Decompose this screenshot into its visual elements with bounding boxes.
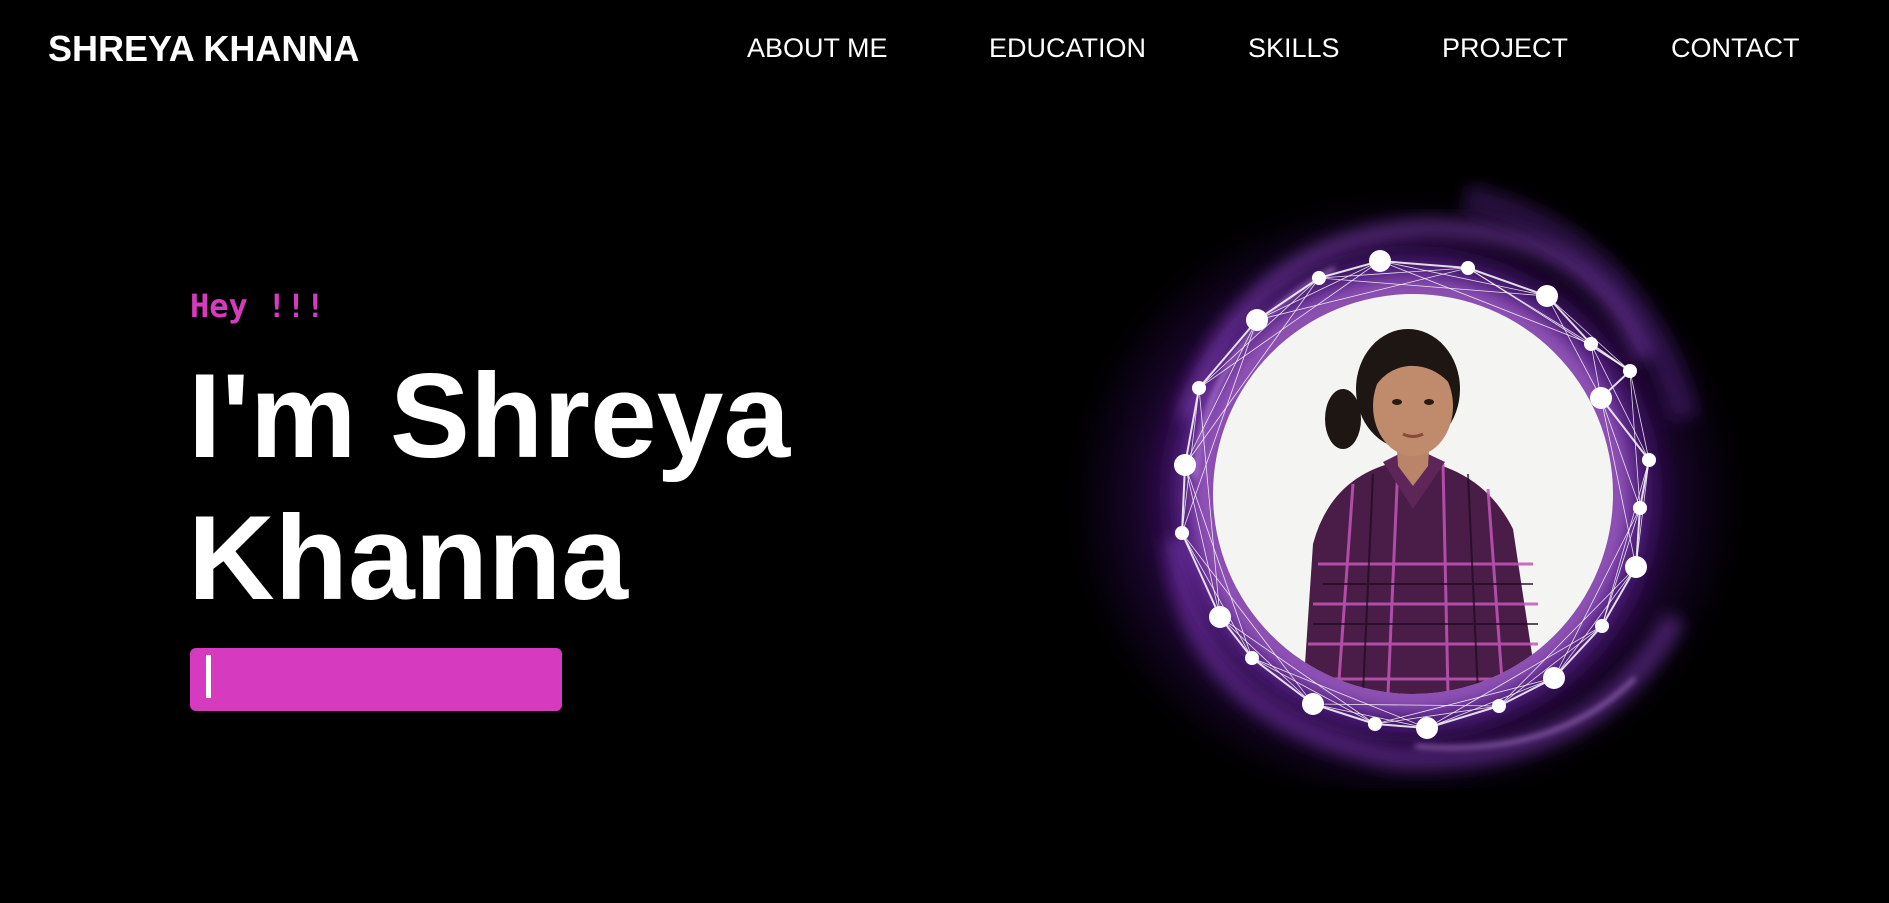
typing-text-box <box>190 648 562 711</box>
network-link <box>1251 657 1428 729</box>
network-link <box>1553 507 1641 679</box>
portfolio-page: SHREYA KHANNA ABOUT ME EDUCATION SKILLS … <box>0 0 1889 903</box>
network-ring-decoration <box>1174 250 1656 739</box>
network-link <box>1181 532 1314 705</box>
nav-link-project[interactable]: PROJECT <box>1442 33 1568 64</box>
network-node <box>1461 261 1475 275</box>
network-node <box>1416 717 1438 739</box>
network-node <box>1633 501 1647 515</box>
network-node <box>1590 387 1612 409</box>
network-link <box>1379 260 1469 269</box>
network-node <box>1623 364 1637 378</box>
network-link <box>1600 397 1650 461</box>
network-link <box>1498 566 1637 707</box>
network-link <box>1601 459 1650 627</box>
network-node <box>1536 285 1558 307</box>
network-node <box>1368 717 1382 731</box>
network-link <box>1553 566 1637 679</box>
network-link <box>1467 267 1631 372</box>
network-link <box>1426 705 1500 729</box>
network-node <box>1246 309 1268 331</box>
portrait-area <box>1035 118 1755 788</box>
network-node <box>1245 651 1259 665</box>
network-node <box>1369 250 1391 272</box>
network-node <box>1625 556 1647 578</box>
typing-cursor <box>206 655 211 698</box>
hero-title: I'm Shreya Khanna <box>188 345 790 629</box>
network-node <box>1209 606 1231 628</box>
network-link <box>1184 387 1200 466</box>
network-link <box>1198 277 1320 389</box>
hero-title-line-1: I'm Shreya <box>188 349 791 483</box>
network-node <box>1175 526 1189 540</box>
network-link <box>1639 459 1650 509</box>
network-link <box>1590 343 1631 372</box>
network-node <box>1302 693 1324 715</box>
network-link <box>1546 295 1631 372</box>
nav-link-education[interactable]: EDUCATION <box>989 33 1146 64</box>
network-link <box>1256 260 1381 321</box>
network-node <box>1595 619 1609 633</box>
network-node <box>1642 453 1656 467</box>
network-link <box>1256 277 1320 321</box>
network-node <box>1192 381 1206 395</box>
nav-link-about-me[interactable]: ABOUT ME <box>747 33 888 64</box>
nav-link-contact[interactable]: CONTACT <box>1671 33 1800 64</box>
network-node <box>1492 699 1506 713</box>
network-link <box>1184 464 1221 618</box>
network-link <box>1318 277 1548 297</box>
hero-title-line-2: Khanna <box>188 491 629 625</box>
network-node <box>1312 271 1326 285</box>
network-node <box>1543 667 1565 689</box>
nav-link-skills[interactable]: SKILLS <box>1248 33 1340 64</box>
network-link <box>1181 532 1253 659</box>
network-node <box>1584 337 1598 351</box>
network-node <box>1174 454 1196 476</box>
network-link <box>1198 260 1381 389</box>
network-link <box>1251 657 1314 705</box>
network-link <box>1184 277 1320 466</box>
hero-greeting: Hey !!! <box>190 287 325 325</box>
navbar: SHREYA KHANNA ABOUT ME EDUCATION SKILLS … <box>0 0 1889 98</box>
network-link <box>1426 677 1555 729</box>
network-link <box>1219 616 1314 705</box>
network-link <box>1318 267 1469 279</box>
brand-logo[interactable]: SHREYA KHANNA <box>48 28 359 70</box>
network-link <box>1181 319 1258 534</box>
network-link <box>1256 267 1469 321</box>
